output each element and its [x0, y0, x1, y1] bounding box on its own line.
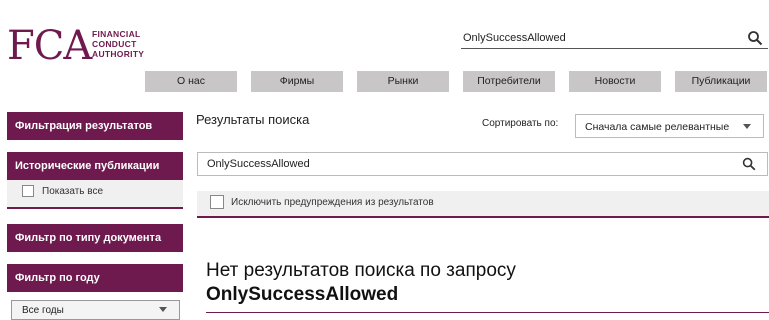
no-results-query: OnlySuccessAllowed [206, 284, 399, 305]
divider [206, 312, 769, 313]
search-icon[interactable] [742, 157, 756, 171]
header-search-input[interactable]: OnlySuccessAllowed [463, 32, 566, 44]
nav-about[interactable]: О нас [145, 71, 237, 92]
exclude-warnings-label: Исключить предупреждения из результатов [231, 197, 434, 208]
exclude-warnings-checkbox[interactable] [210, 195, 224, 209]
nav-publications[interactable]: Публикации [675, 71, 767, 92]
nav-consumers[interactable]: Потребители [463, 71, 555, 92]
chevron-down-icon [159, 307, 167, 312]
sort-label: Сортировать по: [482, 118, 559, 129]
nav-markets[interactable]: Рынки [357, 71, 449, 92]
chevron-down-icon [743, 124, 751, 129]
page-title: Результаты поиска [196, 112, 310, 127]
show-all-label: Показать все [42, 186, 104, 197]
logo-line-3: AUTHORITY [92, 49, 145, 59]
no-results-message: Нет результатов поиска по запросу [206, 260, 516, 281]
sort-select-value: Сначала самые релевантные [585, 121, 730, 133]
logo-line-2: CONDUCT [92, 39, 137, 49]
fca-logo[interactable]: FCA [7, 26, 92, 66]
historical-publications-header[interactable]: Исторические публикации [7, 152, 183, 180]
nav-news[interactable]: Новости [569, 71, 661, 92]
fca-logo-text: FINANCIAL CONDUCT AUTHORITY [92, 29, 144, 59]
show-all-checkbox[interactable] [22, 185, 34, 197]
nav-firms[interactable]: Фирмы [251, 71, 343, 92]
logo-line-1: FINANCIAL [92, 29, 141, 39]
search-icon[interactable] [747, 30, 763, 46]
year-select-value: Все годы [22, 305, 64, 316]
doc-type-filter-header[interactable]: Фильтр по типу документа [7, 224, 183, 252]
filter-results-header[interactable]: Фильтрация результатов [7, 112, 183, 140]
main-search-input[interactable]: OnlySuccessAllowed [207, 158, 310, 170]
year-filter-header[interactable]: Фильтр по году [7, 264, 183, 292]
